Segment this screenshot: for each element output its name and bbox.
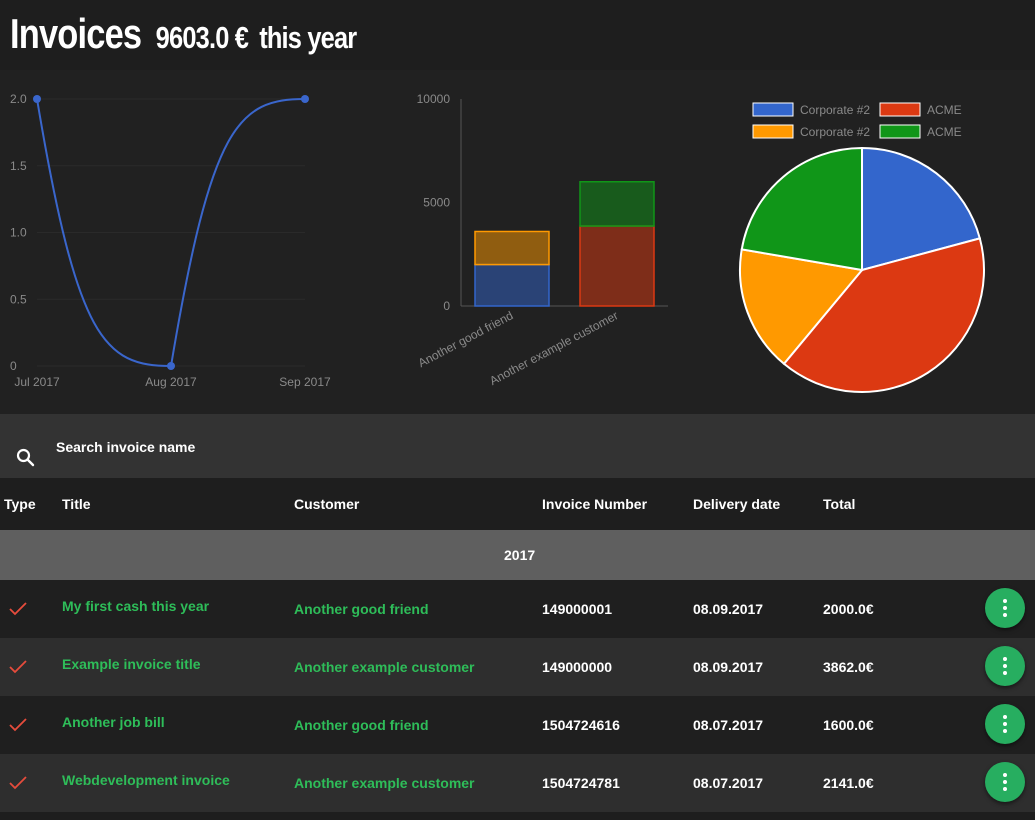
y-tick-label: 1.0: [10, 226, 27, 240]
table-row[interactable]: My first cash this year Another good fri…: [0, 580, 1035, 638]
x-tick-label: Another good friend: [416, 308, 516, 370]
legend-label: ACME: [927, 103, 962, 117]
x-tick-label: Sep 2017: [279, 375, 331, 389]
legend-swatch: [879, 102, 921, 117]
y-tick-label: 0: [443, 299, 450, 313]
table-row[interactable]: Webdevelopment invoice Another example c…: [0, 754, 1035, 812]
invoice-title[interactable]: Another job bill: [62, 714, 165, 730]
col-delivery-date[interactable]: Delivery date: [693, 496, 780, 512]
y-tick-label: 2.0: [10, 92, 27, 106]
check-icon: [9, 718, 27, 732]
data-point: [301, 95, 309, 103]
col-title[interactable]: Title: [62, 496, 91, 512]
legend-swatch: [752, 124, 794, 139]
legend-swatch: [879, 124, 921, 139]
more-vert-icon: [1003, 715, 1007, 733]
search-bar: [0, 414, 1035, 478]
col-invoice-number[interactable]: Invoice Number: [542, 496, 647, 512]
check-icon: [9, 660, 27, 674]
legend-label: ACME: [927, 125, 962, 139]
yearly-total: 9603.0 €: [155, 20, 249, 55]
col-total[interactable]: Total: [823, 496, 855, 512]
x-tick-label: Aug 2017: [145, 375, 197, 389]
check-icon: [9, 602, 27, 616]
invoice-date: 08.09.2017: [693, 659, 764, 675]
table-row[interactable]: Another job bill Another good friend 150…: [0, 696, 1035, 754]
y-tick-label: 0.5: [10, 292, 27, 306]
row-menu-button[interactable]: [985, 762, 1025, 802]
invoice-customer[interactable]: Another example customer: [294, 775, 475, 791]
search-icon[interactable]: [14, 446, 38, 470]
invoice-date: 08.07.2017: [693, 775, 764, 791]
row-menu-button[interactable]: [985, 588, 1025, 628]
title-label: Invoices: [10, 10, 142, 57]
page-header: Invoices 9603.0 € this year: [0, 0, 1035, 70]
invoice-date: 08.07.2017: [693, 717, 764, 733]
more-vert-icon: [1003, 657, 1007, 675]
invoice-total: 2141.0€: [823, 775, 874, 791]
bar-segment: [579, 180, 655, 227]
invoice-number: 149000000: [542, 659, 613, 675]
col-customer[interactable]: Customer: [294, 496, 359, 512]
more-vert-icon: [1003, 599, 1007, 617]
charts-canvas: 0 0.5 1.0 1.5 2.0 Jul 2017 Aug 2017 Sep 2017 0 5…: [10, 92, 985, 393]
stacked-bar-chart: 0500010000Another good friendAnother exa…: [416, 92, 668, 388]
invoice-total: 3862.0€: [823, 659, 874, 675]
invoice-number: 1504724616: [542, 717, 620, 733]
table-header: Type Title Customer Invoice Number Deliv…: [0, 478, 1035, 530]
invoice-customer[interactable]: Another good friend: [294, 601, 429, 617]
invoice-number: 1504724781: [542, 775, 620, 791]
pie-chart: Corporate #2 ACME Corporate #2 ACME: [739, 102, 985, 393]
x-tick-label: Jul 2017: [14, 375, 60, 389]
bar-segment: [579, 225, 655, 307]
invoice-total: 1600.0€: [823, 717, 874, 733]
pie-slice: [740, 146, 863, 272]
page-title: Invoices 9603.0 € this year: [10, 10, 357, 58]
invoice-rows: My first cash this year Another good fri…: [0, 580, 1035, 812]
title-suffix: this year: [259, 20, 357, 55]
invoice-customer[interactable]: Another example customer: [294, 659, 475, 675]
group-label: 2017: [504, 547, 536, 563]
search-input[interactable]: [56, 436, 656, 458]
invoice-customer[interactable]: Another good friend: [294, 717, 429, 733]
legend-label: Corporate #2: [800, 103, 870, 117]
table-row[interactable]: Example invoice title Another example cu…: [0, 638, 1035, 696]
row-menu-button[interactable]: [985, 704, 1025, 744]
y-tick-label: 0: [10, 359, 17, 373]
charts-panel: 0 0.5 1.0 1.5 2.0 Jul 2017 Aug 2017 Sep 2017 0 5…: [0, 70, 1035, 414]
line-chart: 0 0.5 1.0 1.5 2.0 Jul 2017 Aug 2017 Sep 2017: [10, 92, 331, 389]
data-point: [33, 95, 41, 103]
bar-segment: [474, 230, 550, 266]
y-tick-label: 1.5: [10, 159, 27, 173]
y-tick-label: 10000: [417, 92, 451, 106]
invoice-title[interactable]: My first cash this year: [62, 598, 209, 614]
invoice-title[interactable]: Example invoice title: [62, 656, 201, 672]
y-tick-label: 5000: [423, 196, 450, 210]
invoice-title[interactable]: Webdevelopment invoice: [62, 772, 230, 788]
bar-segment: [474, 263, 550, 307]
row-menu-button[interactable]: [985, 646, 1025, 686]
invoice-date: 08.09.2017: [693, 601, 764, 617]
data-point: [167, 362, 175, 370]
more-vert-icon: [1003, 773, 1007, 791]
legend-label: Corporate #2: [800, 125, 870, 139]
legend-swatch: [752, 102, 794, 117]
col-type[interactable]: Type: [4, 496, 36, 512]
invoice-total: 2000.0€: [823, 601, 874, 617]
group-row: 2017: [0, 530, 1035, 580]
check-icon: [9, 776, 27, 790]
invoice-number: 149000001: [542, 601, 613, 617]
